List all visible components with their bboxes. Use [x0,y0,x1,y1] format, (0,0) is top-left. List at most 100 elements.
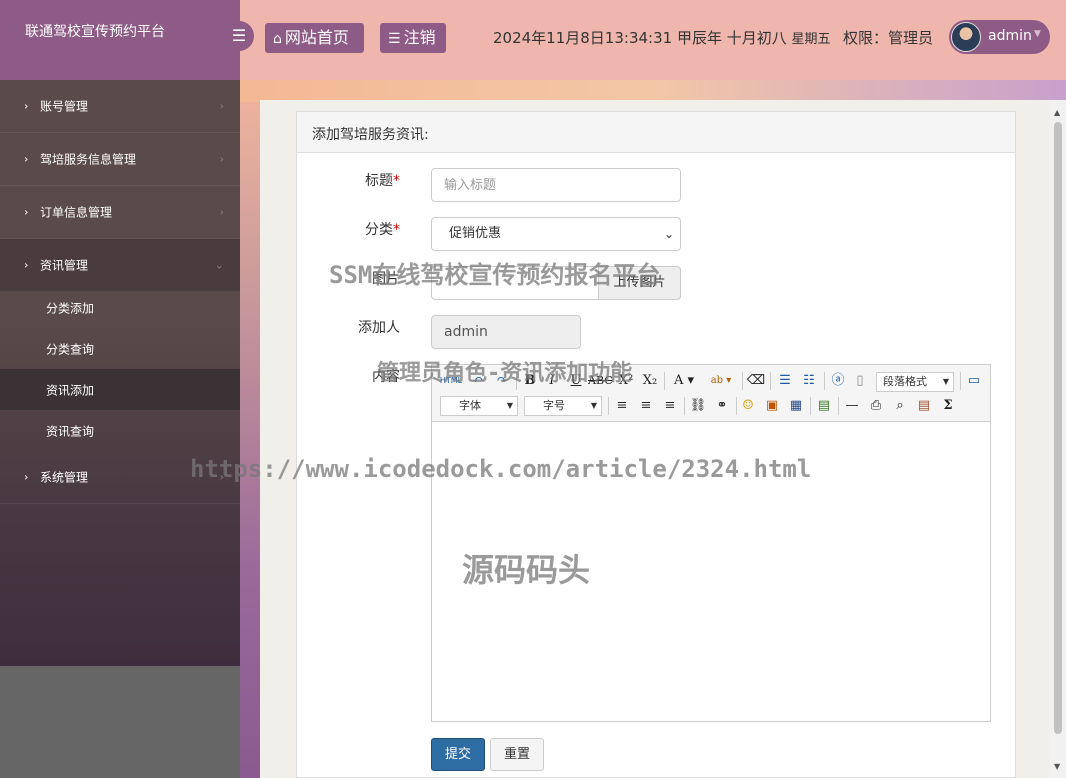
sidebar-subitem-news-query[interactable]: 资讯查询 [0,410,240,451]
scroll-up-icon[interactable]: ▲ [1054,108,1060,117]
home-button[interactable]: ⌂ 网站首页 [265,23,364,53]
chevron-right-icon: › [219,99,224,113]
preview-icon[interactable]: ⌕ [890,396,910,416]
title-label: 标题* [320,170,400,190]
logout-label: 注销 [403,28,436,47]
image-icon[interactable]: ▣ [762,396,782,416]
paragraph-format-label: 段落格式 [883,375,927,388]
ordered-list-icon[interactable]: ☰ [774,371,796,391]
watermark-feature: 管理员角色-资讯添加功能 [377,361,633,386]
chevron-down-icon: ⌄ [663,227,674,241]
chevron-right-icon: › [219,152,224,166]
title-label-text: 标题 [365,173,393,189]
rich-text-editor[interactable]: HTML ↶ ↷ B I U ABC X² X₂ A ▾ ab ▾ ⌫ ☰ ☷ … [431,364,991,722]
sidebar-item-label: 驾培服务信息管理 [40,152,137,167]
sidebar-subitem-category-add[interactable]: 分类添加 [0,287,240,328]
user-menu[interactable]: admin ▼ [949,20,1050,54]
video-icon[interactable]: ▦ [786,396,806,416]
toolbar-separator [824,372,825,390]
home-icon: ⌂ [273,31,282,47]
sidebar-subitem-news-add[interactable]: 资讯添加 [0,369,240,410]
sidebar-item-account[interactable]: › 账号管理 › [0,80,240,133]
align-right-icon[interactable]: ≡ [660,396,680,416]
horizontal-rule-icon[interactable]: — [842,396,862,416]
toolbar-separator [810,397,811,415]
font-family-select[interactable]: 字体 ▼ [440,396,518,416]
scrollbar-thumb[interactable] [1054,122,1062,734]
reset-button[interactable]: 重置 [490,738,544,771]
chevron-right-icon: › [24,99,29,113]
chevron-right-icon: › [24,470,29,484]
toolbar-separator [608,397,609,415]
print-icon[interactable]: ⎙ [866,396,886,416]
sidebar-item-service-info[interactable]: › 驾培服务信息管理 › [0,133,240,186]
align-center-icon[interactable]: ≡ [636,396,656,416]
sidebar-toggle-button[interactable]: ☰ [224,21,254,51]
menu-icon: ☰ [231,26,247,45]
chevron-right-icon: › [24,152,29,166]
content-top-gradient [240,80,1066,102]
title-input[interactable] [431,168,681,202]
page-break-icon[interactable]: ▯ [850,371,870,391]
sidebar-subitem-label: 资讯添加 [46,383,95,397]
paragraph-format-select[interactable]: 段落格式 ▼ [876,372,954,392]
datetime-text: 2024年11月8日13:34:31 甲辰年 十月初八 [493,29,787,47]
toolbar-separator [770,372,771,390]
sidebar-subitem-label: 资讯查询 [46,424,95,438]
top-header: ⌂ 网站首页 ☰ 注销 2024年11月8日13:34:31 甲辰年 十月初八 星期… [240,0,1066,80]
toolbar-separator [742,372,743,390]
toolbar-separator [736,397,737,415]
unlink-icon[interactable]: ⚭ [712,396,732,416]
formula-icon[interactable]: Σ [938,396,958,416]
caret-down-icon: ▼ [942,377,949,386]
brand-title: 联通驾校宣传预约平台 [25,24,165,40]
eraser-icon[interactable]: ⌫ [746,371,766,391]
font-color-icon[interactable]: A ▾ [668,371,700,391]
brand-bar: 联通驾校宣传预约平台 [0,0,240,80]
list-icon: ☰ [388,31,401,47]
username: admin [988,28,1032,44]
sidebar-item-label: 订单信息管理 [40,205,113,220]
weekday-text: 星期五 [791,32,831,47]
toolbar-separator [684,397,685,415]
subscript-icon[interactable]: X₂ [640,371,660,391]
submit-button[interactable]: 提交 [431,738,485,771]
sidebar-item-label: 资讯管理 [40,258,89,273]
fullscreen-icon[interactable]: ▭ [964,371,984,391]
emoji-icon[interactable]: ☺ [738,396,758,416]
anchor-icon[interactable]: ⓐ [828,371,848,391]
font-size-select[interactable]: 字号 ▼ [524,396,602,416]
sidebar-item-orders[interactable]: › 订单信息管理 › [0,186,240,239]
card-title: 添加驾培服务资讯: [312,127,429,143]
datetime: 2024年11月8日13:34:31 甲辰年 十月初八 星期五 [493,27,831,48]
category-select[interactable]: 促销优惠 ⌄ [431,217,681,251]
sidebar-item-label: 系统管理 [40,470,89,485]
toolbar-separator [664,372,665,390]
paste-icon[interactable]: ▤ [914,396,934,416]
sidebar-item-label: 账号管理 [40,99,89,114]
sidebar: 联通驾校宣传预约平台 › 账号管理 › › 驾培服务信息管理 › › 订单信息管… [0,0,240,778]
sidebar-subitem-label: 分类添加 [46,301,95,315]
toolbar-separator [838,397,839,415]
sidebar-subitem-category-query[interactable]: 分类查询 [0,328,240,369]
map-icon[interactable]: ▤ [814,396,834,416]
scroll-down-icon[interactable]: ▼ [1054,762,1060,771]
card-header: 添加驾培服务资讯: [297,112,1015,153]
logout-button[interactable]: ☰ 注销 [380,23,446,53]
required-mark: * [393,173,400,189]
adder-label: 添加人 [358,320,400,336]
sidebar-menu: › 账号管理 › › 驾培服务信息管理 › › 订单信息管理 › › 资讯管理 … [0,80,240,666]
chevron-right-icon: › [219,205,224,219]
sidebar-item-news[interactable]: › 资讯管理 ⌄ [0,239,240,292]
unordered-list-icon[interactable]: ☷ [798,371,820,391]
highlight-icon[interactable]: ab ▾ [704,371,738,391]
chevron-down-icon: ⌄ [214,258,224,272]
align-left-icon[interactable]: ≡ [612,396,632,416]
category-value: 促销优惠 [449,226,502,241]
scrollbar[interactable]: ▲ ▼ [1050,100,1066,778]
watermark-title: SSM在线驾校宣传预约报名平台 [329,261,661,289]
toolbar-separator [960,372,961,390]
watermark-url: https://www.icodedock.com/article/2324.h… [190,455,812,483]
caret-down-icon: ▼ [506,401,513,410]
link-icon[interactable]: ⛓ [688,396,708,416]
